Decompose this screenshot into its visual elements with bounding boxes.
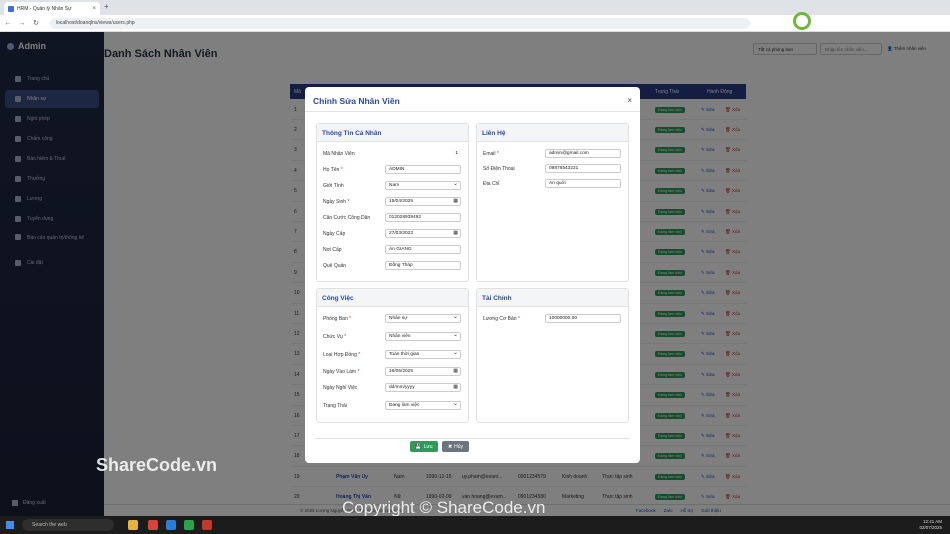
address-row: Địa Chỉ An quới [483,178,623,189]
phone-label: Số Điện Thoại [483,165,515,172]
new-tab-icon[interactable]: + [104,2,109,11]
salary-row: Lương Cơ Bản * 10000000.00 [483,313,623,324]
work-heading: Công Việc [317,289,468,307]
windows-start-icon[interactable] [6,521,14,529]
app-icon[interactable] [202,520,212,530]
finance-card: Tài Chính Lương Cơ Bản * 10000000.00 [476,288,629,423]
divider [305,111,640,112]
end-date-row: Ngày Nghỉ Việc dd/mm/yyyy [323,382,463,393]
issue-place-row: Nơi Cấp An GIANG [323,244,463,255]
work-card: Công Việc Phòng Ban * Nhân sự Chức Vụ * … [316,288,469,423]
sharecode-watermark-top: SHARECODE.vn [793,12,932,30]
salary-label: Lương Cơ Bản * [483,315,520,322]
position-label: Chức Vụ * [323,333,347,340]
watermark-top-text: SHARECODE.vn [814,12,932,30]
finance-heading: Tài Chính [477,289,628,307]
status-row: Trạng Thái Đang làm việc [323,400,463,411]
employee-id-value: 1 [385,149,461,158]
end-date-input[interactable]: dd/mm/yyyy [385,383,461,392]
cancel-icon: ✖ [447,443,453,450]
dob-row: Ngày Sinh * 15/04/2025 [323,196,463,207]
reload-icon[interactable]: ↻ [32,19,40,27]
contact-card: Liên Hệ Email * admin@gmail.com Số Điện … [476,123,629,282]
start-date-input[interactable]: 16/05/2025 [385,367,461,376]
id-card-input[interactable]: 012028939492 [385,213,461,222]
forward-icon[interactable]: → [18,20,26,27]
dept-row: Phòng Ban * Nhân sự [323,313,463,324]
issue-place-input[interactable]: An GIANG [385,245,461,254]
phone-field[interactable]: 09876543221 [545,164,621,173]
browser-tab[interactable]: HRM - Quản lý Nhân Sự × [4,2,100,15]
close-tab-icon[interactable]: × [92,6,96,12]
status-select[interactable]: Đang làm việc [385,400,461,410]
contract-select[interactable]: Toàn thời gian [385,349,461,359]
salary-input[interactable]: 10000000.00 [545,314,621,323]
personal-info-card: Thông Tin Cá Nhân Mã Nhân Viên 1 Họ Tên … [316,123,469,282]
issue-date-input[interactable]: 27/03/2023 [385,229,461,238]
name-row: Họ Tên * ADMIN [323,164,463,175]
end-date-label: Ngày Nghỉ Việc [323,384,358,391]
save-label: Lưu [423,443,433,450]
position-select[interactable]: Nhân viên [385,331,461,341]
save-icon: 💾 [415,443,422,450]
dept-select[interactable]: Nhân sự [385,313,461,323]
contract-label: Loại Hợp Đồng * [323,351,361,358]
personal-info-heading: Thông Tin Cá Nhân [317,124,468,142]
vscode-icon[interactable] [166,520,176,530]
hometown-input[interactable]: Đồng Tháp [385,261,461,270]
dob-label: Ngày Sinh * [323,198,350,205]
app-icon[interactable] [184,520,194,530]
name-input[interactable]: ADMIN [385,165,461,174]
email-row: Email * admin@gmail.com [483,148,623,159]
email-field[interactable]: admin@gmail.com [545,149,621,158]
dob-date-input[interactable]: 15/04/2025 [385,197,461,206]
status-label: Trạng Thái [323,402,347,409]
sharecode-watermark-bottom: Copyright © ShareCode.vn [342,498,546,517]
cancel-label: Hủy [454,443,464,450]
email-label: Email * [483,150,499,157]
file-explorer-icon[interactable] [128,520,138,530]
issue-place-label: Nơi Cấp [323,246,342,253]
save-button[interactable]: 💾 Lưu [410,441,438,452]
employee-id-row: Mã Nhân Viên 1 [323,148,463,159]
modal-title: Chỉnh Sửa Nhân Viên [313,96,400,106]
url-input[interactable]: localhost/doanqlns/views/users.php [50,17,750,29]
favicon-icon [8,5,14,12]
id-card-label: Căn Cước Công Dân [323,214,371,221]
employee-id-label: Mã Nhân Viên [323,150,355,157]
divider [315,438,630,439]
url-text: localhost/doanqlns/views/users.php [56,20,135,26]
gender-select[interactable]: Nam [385,180,461,190]
contract-row: Loại Hợp Đồng * Toàn thời gian [323,349,463,360]
issue-date-row: Ngày Cấp 27/03/2023 [323,228,463,239]
start-date-row: Ngày Vào Làm * 16/05/2025 [323,366,463,377]
cancel-button[interactable]: ✖ Hủy [442,441,469,452]
back-icon[interactable]: ← [4,20,12,27]
sharecode-logo-icon [793,12,811,30]
close-icon[interactable]: × [627,96,632,105]
address-field[interactable]: An quới [545,179,621,188]
dept-label: Phòng Ban * [323,315,352,322]
chrome-icon[interactable] [148,520,158,530]
address-label: Địa Chỉ [483,180,500,187]
hometown-label: Quê Quán [323,262,347,269]
tab-title: HRM - Quản lý Nhân Sự [17,5,72,12]
phone-row: Số Điện Thoại 09876543221 [483,163,623,174]
system-tray-clock[interactable]: 12:41 AM 02/07/2025 [919,519,942,531]
name-label: Họ Tên * [323,166,343,173]
id-card-row: Căn Cước Công Dân 012028939492 [323,212,463,223]
start-date-label: Ngày Vào Làm * [323,368,360,375]
gender-row: Giới Tính Nam [323,180,463,191]
edit-employee-modal: Chỉnh Sửa Nhân Viên × Thông Tin Cá Nhân … [305,87,640,463]
sharecode-watermark-left: ShareCode.vn [96,455,218,475]
gender-label: Giới Tính [323,182,344,189]
contact-heading: Liên Hệ [477,124,628,142]
issue-date-label: Ngày Cấp [323,230,346,237]
taskbar-search-input[interactable]: Search the web [22,519,114,531]
position-row: Chức Vụ * Nhân viên [323,331,463,342]
os-taskbar: Search the web 12:41 AM 02/07/2025 [0,516,950,534]
clock-date: 02/07/2025 [919,525,942,530]
taskbar-search-label: Search the web [32,522,67,528]
hometown-row: Quê Quán Đồng Tháp [323,260,463,271]
